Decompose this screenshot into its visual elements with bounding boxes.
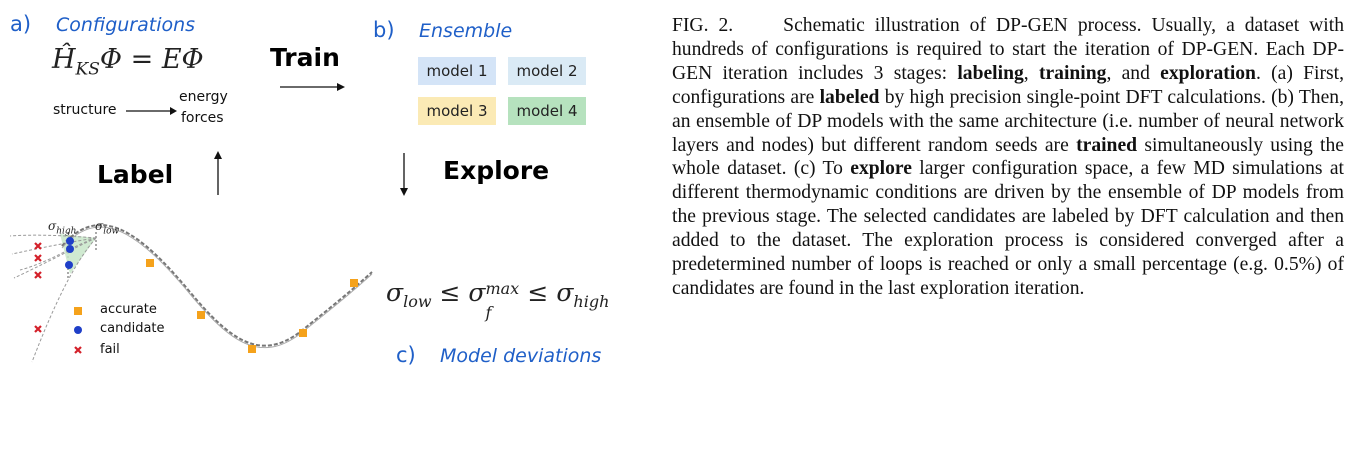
model-deviation-inequality: σlow ≤ σ max f ≤ σhigh [386,278,610,322]
sigma-high-subscript: high [573,292,610,311]
less-equal-1: ≤ [439,278,461,307]
accurate-points [146,259,358,353]
legend-accurate-marker [74,307,82,315]
panel-b-title: Ensemble [419,20,513,42]
candidate-point [66,245,74,253]
label-arrow [214,151,222,195]
sigma-high-label: σhigh [48,219,76,236]
caption-bold-training: training [1038,62,1107,84]
less-equal-2: ≤ [527,278,549,307]
caption-text-7: larger configuration space, a few MD sim… [672,158,1344,299]
caption-bold-labeling: labeling [957,62,1024,84]
accurate-point [248,345,256,353]
hamiltonian-subscript: KS [75,59,100,80]
structure-to-energy-arrow [126,107,177,115]
legend-accurate-label: accurate [100,302,157,317]
sigma-high-symbol: σ [48,219,57,233]
fail-point [34,242,42,250]
caption-bold-exploration: exploration [1160,62,1256,84]
sigma-f-subscript: f [485,303,492,322]
sigma-high-subscript: high [56,226,77,237]
candidate-point [65,261,73,269]
panel-a-letter: a) [10,12,32,36]
fail-points [34,242,42,333]
energy-label: energy [179,89,228,105]
fail-point [34,325,42,333]
sigma-f-superscript: max [485,279,520,298]
divergent-trajectories [9,234,97,363]
legend-fail-marker [74,346,82,354]
caption-bold-trained: trained [1076,134,1138,156]
panel-a-title: Configurations [56,14,196,36]
panel-c-title: Model deviations [440,345,602,367]
sigma-high-symbol: σ [556,278,574,307]
accurate-point [350,279,358,287]
equation-rest: Φ = EΦ [99,44,204,75]
model-3-box: model 3 [418,97,496,125]
exploration-plot [9,224,373,363]
fail-point [34,271,42,279]
sigma-low-symbol: σ [95,219,104,233]
structure-label: structure [53,102,117,118]
sigma-low-label: σlow [95,219,119,236]
sigma-f-symbol: σ [468,278,486,307]
model-1-box: model 1 [418,57,496,85]
legend-candidate-marker [74,326,82,334]
legend-fail-label: fail [100,342,120,357]
accurate-point [197,311,205,319]
sigma-low-subscript: low [103,226,120,237]
caption-figure-label: FIG. 2. [672,15,734,36]
sigma-low-subscript: low [403,292,432,311]
sigma-low-symbol: σ [386,278,404,307]
accurate-point [146,259,154,267]
explore-step-label: Explore [443,156,550,185]
train-arrow [280,83,345,91]
candidate-point [66,237,74,245]
forces-label: forces [181,110,224,126]
figure-caption: FIG. 2. Schematic illustration of DP-GEN… [672,14,1344,301]
caption-bold-explore: explore [850,158,912,180]
legend-candidate-label: candidate [100,321,165,336]
dpgen-schematic-figure: a) Configurations ĤKSΦ = EΦ structure en… [0,0,650,455]
panel-b-letter: b) [373,18,395,42]
accurate-point [299,329,307,337]
model-2-box: model 2 [508,57,586,85]
fail-point [34,254,42,262]
label-step-label: Label [97,160,174,189]
train-step-label: Train [270,43,340,72]
model-4-box: model 4 [508,97,586,125]
panel-c-letter: c) [396,343,416,367]
caption-bold-labeled: labeled [819,86,880,108]
caption-text-3: , and [1106,62,1161,84]
explore-arrow [400,153,408,196]
kohn-sham-equation: ĤKSΦ = EΦ [52,44,204,79]
caption-text-2: , [1023,62,1039,84]
hamiltonian-symbol: Ĥ [52,44,76,75]
